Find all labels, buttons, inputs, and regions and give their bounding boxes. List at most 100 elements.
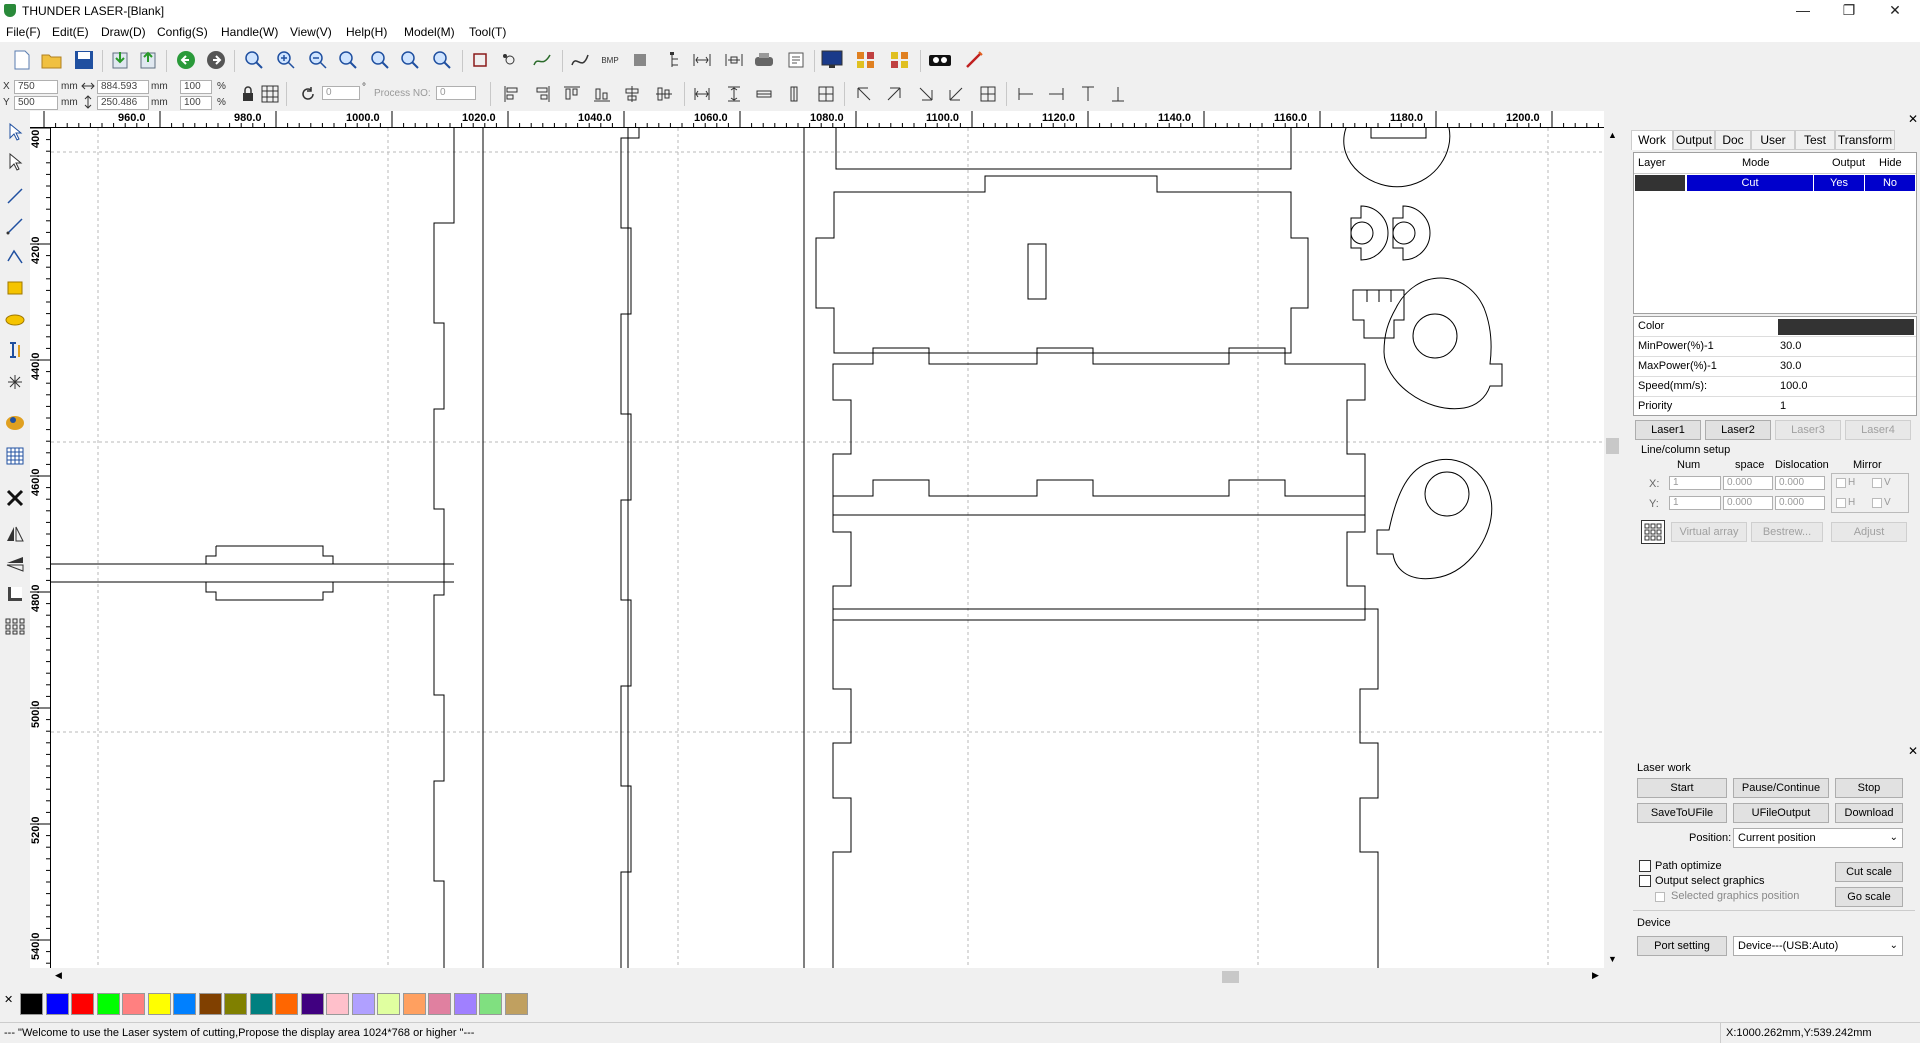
scroll-right-icon[interactable]: ▶ [1592,970,1599,981]
polyline-icon[interactable] [3,214,27,238]
download-button[interactable]: Download [1835,803,1903,823]
tab-transform[interactable]: Transform [1835,130,1895,150]
machine-icon[interactable] [752,48,776,72]
move-bottom-left-icon[interactable] [944,82,968,106]
save-to-ufile-button[interactable]: SaveToUFile [1637,803,1727,823]
move-top-right-icon[interactable] [882,82,906,106]
stop-button[interactable]: Stop [1835,778,1903,798]
laser2-button[interactable]: Laser2 [1705,420,1771,440]
same-size-v-icon[interactable] [782,82,806,106]
array-x-num-input[interactable]: 1 [1669,476,1721,490]
same-height-icon[interactable] [722,82,746,106]
color-swatch[interactable] [173,993,196,1015]
laser3-button[interactable]: Laser3 [1775,420,1841,440]
align-left-icon[interactable] [500,82,524,106]
move-center-icon[interactable] [976,82,1000,106]
tab-output[interactable]: Output [1673,130,1715,150]
color-swatch[interactable] [71,993,94,1015]
vertical-scrollbar[interactable]: ▲ ▼ [1604,128,1621,968]
rectangle-fill-icon[interactable] [628,48,652,72]
menu-handle[interactable]: Handle(W) [221,25,278,39]
rotate-icon[interactable] [296,82,320,106]
mirror-x-h-checkbox[interactable] [1836,478,1846,488]
same-width-icon[interactable] [690,82,714,106]
scroll-thumb[interactable] [1222,971,1239,983]
zoom-in-icon[interactable] [274,48,298,72]
zoom-prev-icon[interactable] [430,48,454,72]
array-grid-icon[interactable] [1641,520,1665,544]
line-icon[interactable] [3,184,27,208]
save-icon[interactable] [72,48,96,72]
laser1-button[interactable]: Laser1 [1635,420,1701,440]
color-swatch[interactable] [428,993,451,1015]
zoom-fit-icon[interactable] [398,48,422,72]
array-x-dislocation-input[interactable]: 0.000 [1775,476,1825,490]
menu-file[interactable]: File(F) [6,25,41,39]
color-swatch[interactable] [224,993,247,1015]
mirror-y-h-checkbox[interactable] [1836,498,1846,508]
device-select[interactable]: Device---(USB:Auto) ⌄ [1733,936,1903,956]
align-bottom-icon[interactable] [590,82,614,106]
ellipse-icon[interactable] [3,308,27,332]
height-input[interactable]: 250.486 [97,96,149,110]
color-swatch[interactable] [326,993,349,1015]
port-setting-button[interactable]: Port setting [1637,936,1727,956]
tab-doc[interactable]: Doc [1715,130,1751,150]
y-input[interactable]: 500 [14,96,58,110]
image-icon[interactable] [3,410,27,434]
virtual-array-button[interactable]: Virtual array [1671,522,1747,542]
cut-scale-button[interactable]: Cut scale [1835,862,1903,882]
dock-right-icon[interactable] [1044,82,1068,106]
select-arrow-icon[interactable] [3,120,27,144]
bezier-icon[interactable] [3,244,27,268]
horizontal-scrollbar[interactable]: ◀ ▶ [51,968,1604,985]
scale-x-input[interactable]: 100 [180,80,212,94]
color-swatch[interactable] [402,993,426,1015]
move-bottom-right-icon[interactable] [914,82,938,106]
layer-hide-cell[interactable]: No [1865,175,1915,191]
prop-maxpower-value[interactable]: 30.0 [1780,360,1801,372]
distribute-width-icon[interactable] [722,48,746,72]
tab-user[interactable]: User [1751,130,1795,150]
color-swatch[interactable] [45,993,69,1015]
node-edit-icon[interactable] [3,150,27,174]
border-icon[interactable] [3,582,27,606]
undo-icon[interactable] [174,48,198,72]
close-panel-icon[interactable]: ✕ [1908,112,1918,126]
scale-y-input[interactable]: 100 [180,96,212,110]
align-center-h-icon[interactable] [652,82,676,106]
redo-icon[interactable] [204,48,228,72]
zoom-select-icon[interactable] [242,48,266,72]
color-swatch[interactable] [453,993,477,1015]
menu-tool[interactable]: Tool(T) [469,25,506,39]
zoom-page-icon[interactable] [336,48,360,72]
delete-icon[interactable] [3,486,27,510]
scroll-left-icon[interactable]: ◀ [55,970,62,981]
process-input[interactable]: 0 [436,86,476,100]
curve-smooth-icon[interactable] [530,48,554,72]
tab-test[interactable]: Test [1795,130,1835,150]
scroll-up-icon[interactable]: ▲ [1608,130,1617,140]
color-swatch[interactable] [20,993,43,1015]
layer-output-cell[interactable]: Yes [1814,175,1864,191]
align-right-icon[interactable] [530,82,554,106]
color-swatch[interactable] [377,993,400,1015]
laser4-button[interactable]: Laser4 [1845,420,1911,440]
camera-icon[interactable] [928,48,952,72]
point-icon[interactable] [3,370,27,394]
new-file-icon[interactable] [10,48,34,72]
dock-top-icon[interactable] [1076,82,1100,106]
import-icon[interactable] [108,48,132,72]
color-swatch[interactable] [147,993,171,1015]
array-x-space-input[interactable]: 0.000 [1723,476,1773,490]
align-top-icon[interactable] [560,82,584,106]
text-icon[interactable] [3,338,27,362]
open-folder-icon[interactable] [40,48,64,72]
x-input[interactable]: 750 [14,80,58,94]
output-select-checkbox[interactable] [1639,875,1651,887]
array-icon[interactable] [3,614,27,638]
same-size-icon[interactable] [814,82,838,106]
ufile-output-button[interactable]: UFileOutput [1733,803,1829,823]
menu-help[interactable]: Help(H) [346,25,387,39]
color-swatch[interactable] [198,993,222,1015]
